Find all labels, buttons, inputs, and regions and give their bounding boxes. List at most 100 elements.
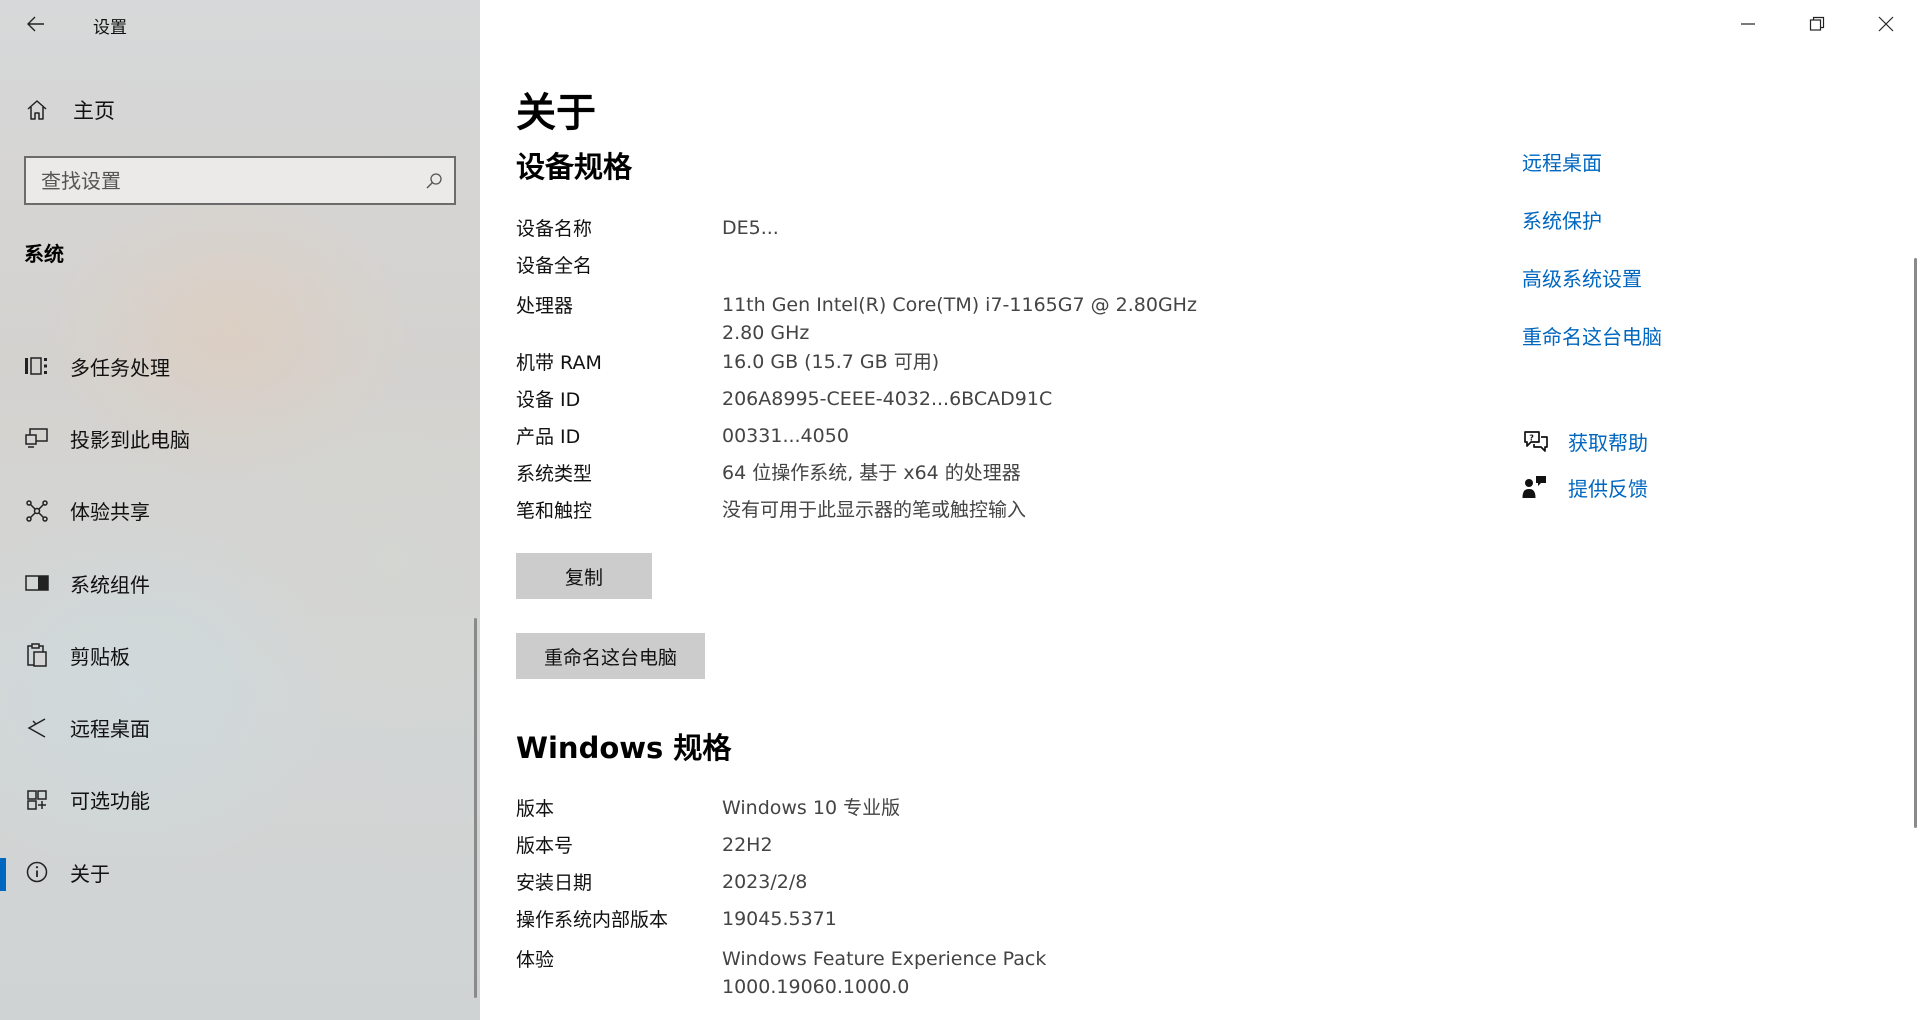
sidebar-item-label: 投影到此电脑 — [70, 427, 190, 452]
remote-desktop-icon — [22, 716, 52, 740]
sidebar-item-about[interactable]: 关于 — [0, 836, 480, 908]
link-advanced-system-settings[interactable]: 高级系统设置 — [1522, 260, 1662, 318]
search-input[interactable] — [26, 158, 414, 203]
experience-pack-name: Windows Feature Experience Pack — [722, 948, 1047, 970]
experience-pack-version: 1000.19060.1000.0 — [722, 976, 910, 998]
shared-experiences-icon — [22, 499, 52, 523]
rename-pc-button[interactable]: 重命名这台电脑 — [516, 633, 705, 679]
windows-specs-table: 版本 Windows 10 专业版 版本号 22H2 安装日期 2023/2/8… — [516, 789, 1316, 999]
spec-value: 没有可用于此显示器的笔或触控输入 — [722, 498, 1027, 521]
device-specs-table: 设备名称 DE5... 设备全名 处理器 11th Gen Intel(R) C… — [516, 209, 1316, 528]
link-remote-desktop[interactable]: 远程桌面 — [1522, 144, 1662, 202]
window-controls — [1713, 0, 1920, 48]
project-icon — [22, 426, 52, 450]
spec-row-pen-touch: 笔和触控 没有可用于此显示器的笔或触控输入 — [516, 491, 1316, 528]
spec-label: 设备名称 — [516, 218, 593, 240]
section-title: 系统 — [24, 242, 64, 266]
close-icon — [1878, 16, 1893, 32]
sidebar-item-project[interactable]: 投影到此电脑 — [0, 402, 480, 474]
home-icon — [25, 98, 55, 122]
spec-label: 设备全名 — [516, 255, 593, 277]
minimize-button[interactable] — [1713, 0, 1782, 48]
spec-value: 00331...4050 — [722, 424, 849, 447]
settings-window: 设置 主页 系统 — [0, 0, 1920, 1020]
spec-label: 安装日期 — [516, 872, 593, 894]
feedback-link[interactable]: 提供反馈 — [1568, 473, 1648, 502]
spec-row-os-build: 操作系统内部版本 19045.5371 — [516, 900, 1316, 937]
main-content: 关于 设备规格 设备名称 DE5... 设备全名 处理器 11th Gen In… — [480, 0, 1920, 1020]
spec-row-version: 版本号 22H2 — [516, 826, 1316, 863]
sidebar-item-label: 体验共享 — [70, 500, 150, 525]
sidebar-item-home-label: 主页 — [73, 99, 115, 123]
link-rename-pc[interactable]: 重命名这台电脑 — [1522, 318, 1662, 376]
sidebar-item-label: 关于 — [70, 861, 110, 886]
feedback-item[interactable]: 提供反馈 — [1522, 464, 1648, 510]
sidebar-item-label: 系统组件 — [70, 572, 150, 597]
spec-value: Windows 10 专业版 — [722, 796, 901, 819]
spec-value: 22H2 — [722, 833, 773, 856]
link-system-protection[interactable]: 系统保护 — [1522, 202, 1662, 260]
sidebar-item-shared-experiences[interactable]: 体验共享 — [0, 475, 480, 547]
spec-value: 206A8995-CEEE-4032...6BCAD91C — [722, 387, 1053, 410]
spec-label: 处理器 — [516, 295, 574, 317]
get-help-link[interactable]: 获取帮助 — [1568, 427, 1648, 456]
spec-row-edition: 版本 Windows 10 专业版 — [516, 789, 1316, 826]
sidebar-item-system-components[interactable]: 系统组件 — [0, 547, 480, 619]
spec-row-install-date: 安装日期 2023/2/8 — [516, 863, 1316, 900]
processor-name: 11th Gen Intel(R) Core(TM) i7-1165G7 @ 2… — [722, 294, 1197, 316]
windows-specs-heading: Windows 规格 — [516, 731, 732, 765]
spec-label: 版本 — [516, 798, 555, 820]
search-icon[interactable] — [414, 172, 454, 190]
back-arrow-icon — [27, 16, 44, 32]
spec-value: 16.0 GB (15.7 GB 可用) — [722, 350, 940, 373]
spec-row-processor: 处理器 11th Gen Intel(R) Core(TM) i7-1165G7… — [516, 283, 1316, 344]
system-components-icon — [22, 571, 52, 595]
help-section: ? 获取帮助 提供反馈 — [1522, 418, 1648, 510]
related-settings: 远程桌面 系统保护 高级系统设置 重命名这台电脑 — [1522, 144, 1662, 376]
search-box — [24, 156, 456, 205]
copy-button[interactable]: 复制 — [516, 553, 652, 599]
spec-value: 19045.5371 — [722, 907, 837, 930]
spec-row-device-name: 设备名称 DE5... — [516, 209, 1316, 246]
spec-value: 2023/2/8 — [722, 870, 808, 893]
get-help-icon: ? — [1522, 428, 1552, 454]
info-icon — [22, 860, 52, 884]
restore-button[interactable] — [1782, 0, 1851, 48]
minimize-icon — [1740, 23, 1755, 25]
spec-row-system-type: 系统类型 64 位操作系统, 基于 x64 的处理器 — [516, 454, 1316, 491]
clipboard-icon — [22, 642, 52, 668]
spec-label: 版本号 — [516, 835, 574, 857]
sidebar: 设置 主页 系统 — [0, 0, 480, 1020]
page-title: 关于 — [516, 90, 596, 136]
feedback-icon — [1522, 474, 1552, 500]
spec-row-product-id: 产品 ID 00331...4050 — [516, 417, 1316, 454]
svg-text:?: ? — [1529, 434, 1534, 443]
sidebar-item-label: 远程桌面 — [70, 717, 150, 742]
sidebar-item-home[interactable]: 主页 — [0, 88, 480, 132]
spec-label: 设备 ID — [516, 389, 581, 411]
title-bar: 设置 — [0, 0, 480, 48]
sidebar-scrollbar[interactable] — [474, 618, 477, 998]
spec-row-ram: 机带 RAM 16.0 GB (15.7 GB 可用) — [516, 343, 1316, 380]
sidebar-item-clipboard[interactable]: 剪贴板 — [0, 619, 480, 691]
back-button[interactable] — [20, 8, 52, 40]
processor-speed: 2.80 GHz — [722, 322, 810, 344]
main-scrollbar[interactable] — [1914, 258, 1917, 828]
spec-value: 64 位操作系统, 基于 x64 的处理器 — [722, 461, 1021, 484]
spec-value: Windows Feature Experience Pack 1000.190… — [722, 945, 1046, 1001]
sidebar-item-multitasking[interactable]: 多任务处理 — [0, 330, 480, 402]
spec-label: 机带 RAM — [516, 352, 602, 374]
spec-value: 11th Gen Intel(R) Core(TM) i7-1165G7 @ 2… — [722, 291, 1197, 347]
spec-label: 系统类型 — [516, 463, 593, 485]
sidebar-item-optional-features[interactable]: 可选功能 — [0, 764, 480, 836]
get-help-item[interactable]: ? 获取帮助 — [1522, 418, 1648, 464]
close-button[interactable] — [1851, 0, 1920, 48]
app-title: 设置 — [93, 18, 127, 38]
spec-row-experience: 体验 Windows Feature Experience Pack 1000.… — [516, 937, 1316, 998]
sidebar-item-label: 可选功能 — [70, 789, 150, 814]
device-specs-heading: 设备规格 — [516, 150, 633, 184]
sidebar-item-remote-desktop[interactable]: 远程桌面 — [0, 691, 480, 763]
optional-features-icon — [22, 788, 52, 812]
sidebar-nav: 多任务处理 投影到此电脑 体验共享 系统组件 剪贴板 远程桌面 可选功能 关于 — [0, 330, 480, 908]
spec-row-full-device-name: 设备全名 — [516, 246, 1316, 283]
